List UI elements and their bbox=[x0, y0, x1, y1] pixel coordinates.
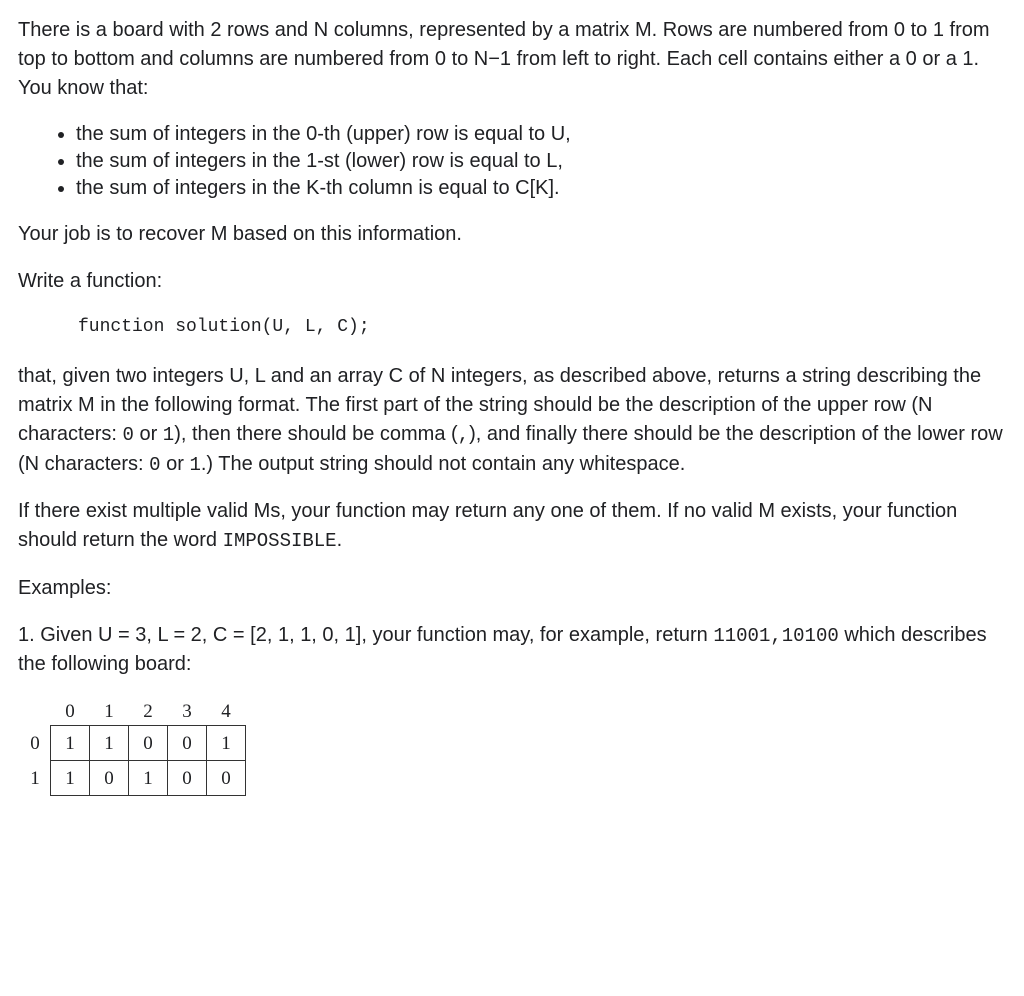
example-1: 1. Given U = 3, L = 2, C = [2, 1, 1, 0, … bbox=[18, 621, 1006, 680]
board-col-header: 1 bbox=[90, 697, 129, 726]
board-row-header: 0 bbox=[20, 726, 51, 761]
text: ), then there should be comma ( bbox=[174, 423, 457, 445]
format-description: that, given two integers U, L and an arr… bbox=[18, 362, 1006, 479]
board-col-header: 2 bbox=[129, 697, 168, 726]
board-col-header: 3 bbox=[168, 697, 207, 726]
text: or bbox=[134, 423, 163, 445]
code-one: 1 bbox=[163, 424, 174, 446]
board-cell: 0 bbox=[168, 761, 207, 796]
text: 1. Given U = 3, L = 2, C = [2, 1, 1, 0, … bbox=[18, 624, 713, 646]
board-col-header-row: 0 1 2 3 4 bbox=[20, 697, 246, 726]
code-impossible: IMPOSSIBLE bbox=[223, 530, 337, 552]
example-board: 0 1 2 3 4 0 1 1 0 0 1 1 1 0 1 0 0 bbox=[20, 697, 246, 796]
board-cell: 1 bbox=[129, 761, 168, 796]
text: .) The output string should not contain … bbox=[201, 453, 685, 475]
list-item: the sum of integers in the K-th column i… bbox=[76, 175, 1006, 202]
code-zero: 0 bbox=[149, 454, 160, 476]
text: If there exist multiple valid Ms, your f… bbox=[18, 500, 957, 551]
board-cell: 0 bbox=[90, 761, 129, 796]
board-col-header: 4 bbox=[207, 697, 246, 726]
board-cell: 1 bbox=[90, 726, 129, 761]
task-statement: Your job is to recover M based on this i… bbox=[18, 220, 1006, 249]
board-cell: 0 bbox=[129, 726, 168, 761]
list-item: the sum of integers in the 0-th (upper) … bbox=[76, 121, 1006, 148]
board-cell: 1 bbox=[207, 726, 246, 761]
code-example-output: 11001,10100 bbox=[713, 625, 838, 647]
board-cell: 0 bbox=[168, 726, 207, 761]
code-zero: 0 bbox=[122, 424, 133, 446]
board-row-header: 1 bbox=[20, 761, 51, 796]
list-item: the sum of integers in the 1-st (lower) … bbox=[76, 148, 1006, 175]
board-col-header: 0 bbox=[51, 697, 90, 726]
board-cell: 1 bbox=[51, 726, 90, 761]
function-signature: function solution(U, L, C); bbox=[78, 314, 1006, 340]
board-cell: 0 bbox=[207, 761, 246, 796]
board-cell: 1 bbox=[51, 761, 90, 796]
board-row: 0 1 1 0 0 1 bbox=[20, 726, 246, 761]
constraints-list: the sum of integers in the 0-th (upper) … bbox=[18, 121, 1006, 202]
examples-heading: Examples: bbox=[18, 574, 1006, 603]
text: . bbox=[337, 529, 343, 551]
problem-intro: There is a board with 2 rows and N colum… bbox=[18, 16, 1006, 103]
code-one: 1 bbox=[189, 454, 200, 476]
board-row: 1 1 0 1 0 0 bbox=[20, 761, 246, 796]
board-corner bbox=[20, 697, 51, 726]
write-function-label: Write a function: bbox=[18, 267, 1006, 296]
text: or bbox=[161, 453, 190, 475]
code-comma: , bbox=[458, 424, 469, 446]
impossible-note: If there exist multiple valid Ms, your f… bbox=[18, 497, 1006, 556]
